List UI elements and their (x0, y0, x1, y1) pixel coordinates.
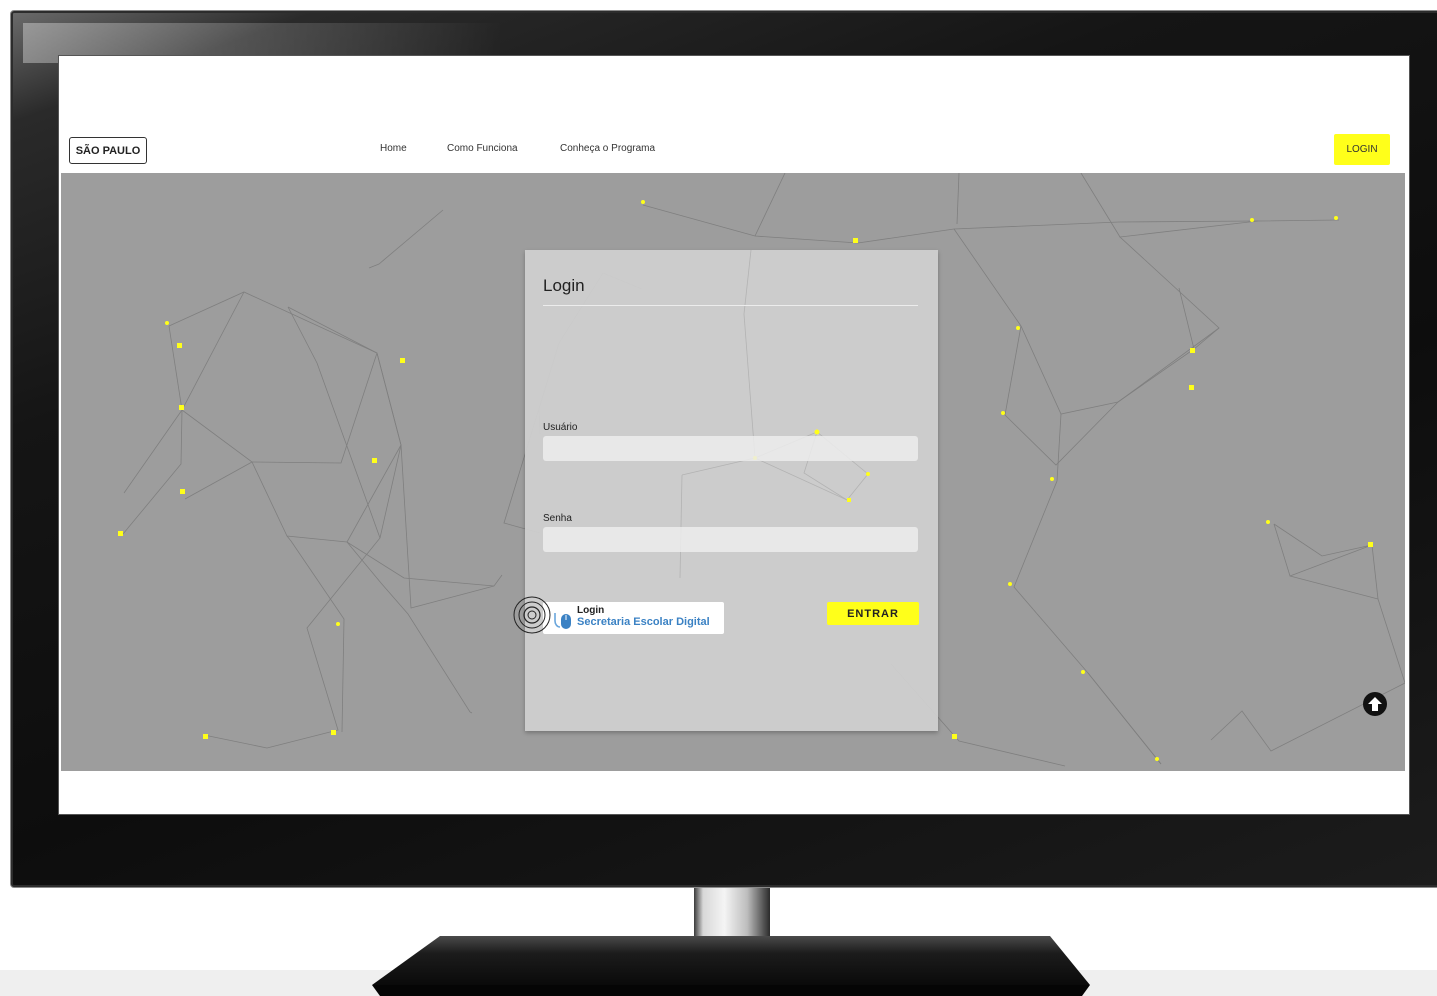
login-card: Login Usuário Senha Login Secretaria Esc… (513, 250, 938, 731)
sed-login-small-label: Login (577, 605, 605, 616)
nav-link-conheca-programa[interactable]: Conheça o Programa (560, 143, 655, 154)
brand-logo[interactable]: SÃO PAULO (69, 137, 147, 164)
sed-login-button[interactable]: Login Secretaria Escolar Digital (543, 602, 724, 634)
monitor-stand-neck (694, 880, 770, 976)
sed-login-big-label: Secretaria Escolar Digital (577, 616, 710, 628)
entrar-button[interactable]: ENTRAR (827, 602, 919, 625)
password-input[interactable] (543, 527, 918, 552)
nav-link-home[interactable]: Home (380, 143, 407, 154)
username-input[interactable] (543, 436, 918, 461)
arrow-up-circle-icon[interactable] (1362, 691, 1388, 717)
monitor-screen: SÃO PAULO Home Como Funciona Conheça o P… (58, 55, 1410, 815)
card-network-overlay (679, 250, 870, 579)
nav-login-button[interactable]: LOGIN (1334, 134, 1390, 165)
hero-section: Login Usuário Senha Login Secretaria Esc… (61, 173, 1405, 771)
navbar: SÃO PAULO Home Como Funciona Conheça o P… (59, 56, 1409, 173)
mouse-hand-icon (554, 613, 571, 629)
card-divider (543, 305, 918, 306)
card-title: Login (543, 276, 585, 295)
password-label: Senha (543, 513, 572, 524)
username-label: Usuário (543, 422, 578, 433)
nav-link-como-funciona[interactable]: Como Funciona (447, 143, 518, 154)
